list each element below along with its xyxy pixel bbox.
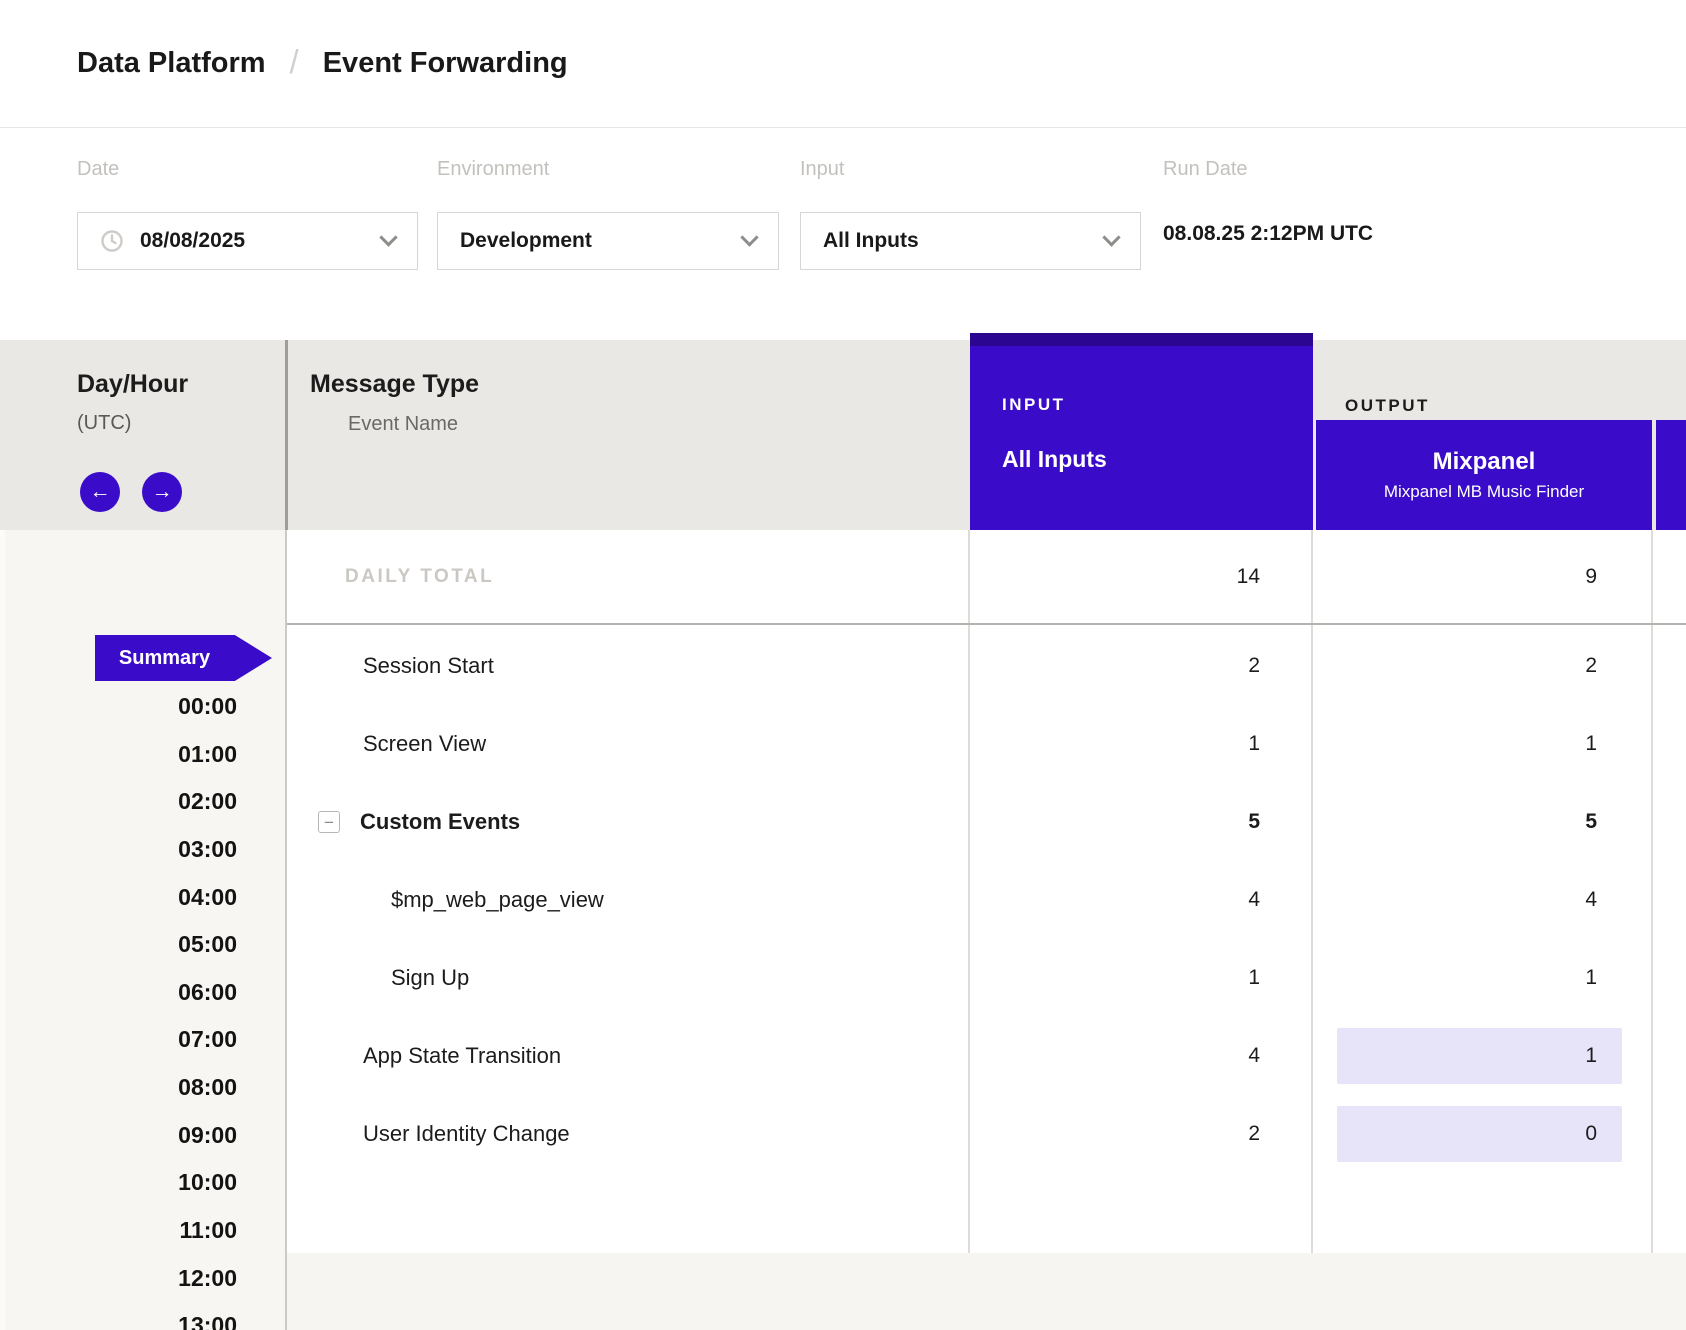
event-name-label: Session Start	[287, 653, 494, 679]
event-name-label: User Identity Change	[287, 1121, 570, 1147]
table-row: App State Transition 4 1	[287, 1017, 1686, 1095]
input-count: 5	[1248, 810, 1260, 834]
table-row: User Identity Change 2 0	[287, 1095, 1686, 1173]
page-title: Event Forwarding	[323, 47, 568, 80]
output-count: 0	[1585, 1122, 1597, 1146]
input-filter-label: Input	[800, 158, 844, 181]
hour-selector[interactable]: 00:00	[0, 683, 237, 731]
arrow-left-icon: ←	[90, 480, 111, 504]
input-count: 1	[1248, 732, 1260, 756]
column-divider	[285, 340, 288, 530]
hour-selector[interactable]: 01:00	[0, 731, 237, 779]
input-column-header[interactable]: INPUT All Inputs	[970, 333, 1313, 530]
collapse-toggle-icon[interactable]: −	[318, 811, 340, 833]
hour-selector[interactable]: 04:00	[0, 874, 237, 922]
hour-selector[interactable]: 13:00	[0, 1302, 237, 1330]
hour-selector[interactable]: 05:00	[0, 921, 237, 969]
date-select-value: 08/08/2025	[140, 229, 245, 253]
hour-selector[interactable]: 10:00	[0, 1159, 237, 1207]
chevron-down-icon	[740, 228, 758, 246]
table-row: Screen View 1 1	[287, 705, 1686, 783]
input-column-title: All Inputs	[1002, 446, 1107, 473]
table-row: − Custom Events 5 5	[287, 783, 1686, 861]
day-hour-column-title: Day/Hour	[77, 370, 188, 399]
hour-selector[interactable]: 07:00	[0, 1016, 237, 1064]
arrow-right-icon: →	[152, 480, 173, 504]
day-hour-timezone: (UTC)	[77, 412, 131, 435]
table-footer-area	[287, 1253, 1686, 1330]
hour-selector[interactable]: 06:00	[0, 969, 237, 1017]
output-count: 4	[1585, 888, 1597, 912]
output-column-subtitle: Mixpanel MB Music Finder	[1384, 482, 1584, 502]
run-date-label: Run Date	[1163, 158, 1248, 181]
input-caption: INPUT	[1002, 395, 1066, 415]
next-day-button[interactable]: →	[142, 472, 182, 512]
date-filter-label: Date	[77, 158, 119, 181]
table-row: Session Start 2 2	[287, 627, 1686, 705]
event-name-label: Screen View	[287, 731, 486, 757]
output-column-title: Mixpanel	[1433, 448, 1536, 476]
run-date-value: 08.08.25 2:12PM UTC	[1163, 222, 1373, 246]
hour-selector[interactable]: 03:00	[0, 826, 237, 874]
hour-selector[interactable]: 11:00	[0, 1207, 237, 1255]
environment-select-value: Development	[460, 229, 592, 253]
event-forwarding-page: Data Platform / Event Forwarding Date En…	[0, 0, 1686, 1330]
message-type-column-title: Message Type	[310, 370, 479, 399]
output-count: 1	[1585, 732, 1597, 756]
date-select[interactable]: 08/08/2025	[77, 212, 418, 270]
input-select[interactable]: All Inputs	[800, 212, 1141, 270]
event-name-label: Sign Up	[287, 965, 469, 991]
output-column-header[interactable]: Mixpanel Mixpanel MB Music Finder	[1316, 420, 1652, 530]
summary-selector[interactable]: Summary	[95, 635, 272, 681]
event-name-label: App State Transition	[287, 1043, 561, 1069]
input-count: 1	[1248, 966, 1260, 990]
hour-selector[interactable]: 02:00	[0, 778, 237, 826]
event-name-subtitle: Event Name	[348, 413, 458, 436]
breadcrumb-separator: /	[290, 43, 299, 81]
table-row: Sign Up 1 1	[287, 939, 1686, 1017]
output-count: 2	[1585, 654, 1597, 678]
daily-total-input-count: 14	[1237, 565, 1260, 589]
output-caption: OUTPUT	[1345, 396, 1430, 416]
output-column-partial[interactable]	[1656, 420, 1686, 530]
table-rows: Session Start 2 2 Screen View 1 1 − Cust…	[287, 627, 1686, 1173]
breadcrumb-section[interactable]: Data Platform	[77, 47, 266, 80]
output-count: 1	[1585, 1044, 1597, 1068]
previous-day-button[interactable]: ←	[80, 472, 120, 512]
input-select-value: All Inputs	[823, 229, 919, 253]
hours-list: 00:0001:0002:0003:0004:0005:0006:0007:00…	[0, 683, 237, 1330]
hour-selector[interactable]: 12:00	[0, 1255, 237, 1303]
chevron-down-icon	[1102, 228, 1120, 246]
event-name-label: $mp_web_page_view	[287, 887, 604, 913]
hour-selector[interactable]: 08:00	[0, 1064, 237, 1112]
environment-select[interactable]: Development	[437, 212, 779, 270]
breadcrumb: Data Platform / Event Forwarding	[0, 0, 1686, 128]
chevron-down-icon	[379, 228, 397, 246]
daily-total-row: DAILY TOTAL 14 9	[287, 530, 1686, 625]
environment-filter-label: Environment	[437, 158, 549, 181]
output-count: 5	[1585, 810, 1597, 834]
input-count: 4	[1248, 1044, 1260, 1068]
daily-total-output-count: 9	[1585, 565, 1597, 589]
daily-total-label: DAILY TOTAL	[287, 566, 494, 588]
clock-icon	[100, 229, 124, 253]
input-count: 2	[1248, 1122, 1260, 1146]
output-count: 1	[1585, 966, 1597, 990]
hour-selector[interactable]: 09:00	[0, 1112, 237, 1160]
table-row: $mp_web_page_view 4 4	[287, 861, 1686, 939]
input-count: 2	[1248, 654, 1260, 678]
input-count: 4	[1248, 888, 1260, 912]
